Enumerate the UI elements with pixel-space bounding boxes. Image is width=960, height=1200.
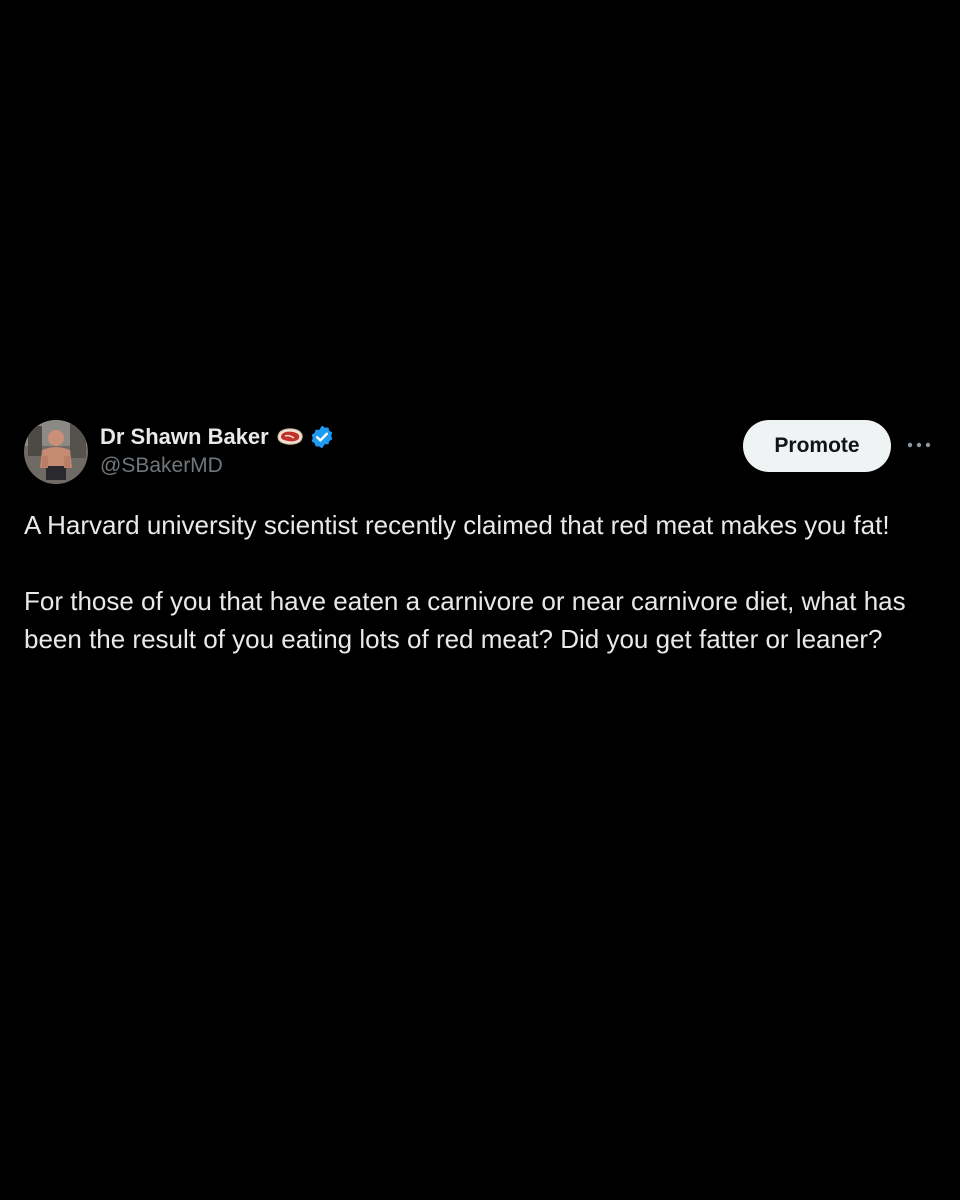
- tweet: Dr Shawn Baker @SBakerMD Promote A Harva…: [24, 420, 936, 658]
- display-name[interactable]: Dr Shawn Baker: [100, 424, 269, 450]
- verified-badge-icon[interactable]: [309, 424, 335, 450]
- tweet-text: A Harvard university scientist recently …: [24, 506, 924, 658]
- more-options-icon[interactable]: [902, 432, 936, 458]
- author-handle[interactable]: @SBakerMD: [100, 454, 335, 478]
- tweet-paragraph: For those of you that have eaten a carni…: [24, 586, 906, 654]
- display-name-row: Dr Shawn Baker: [100, 422, 335, 452]
- author-names: Dr Shawn Baker @SBakerMD: [100, 422, 335, 478]
- steak-icon: [275, 426, 305, 448]
- tweet-paragraph: A Harvard university scientist recently …: [24, 510, 890, 540]
- tweet-header: Dr Shawn Baker @SBakerMD Promote: [24, 420, 936, 486]
- promote-button[interactable]: Promote: [743, 420, 891, 472]
- avatar[interactable]: [24, 420, 88, 484]
